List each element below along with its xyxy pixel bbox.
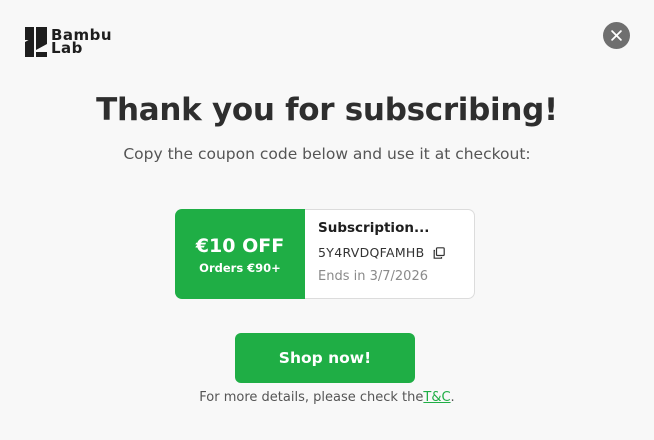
footer-suffix: . — [450, 390, 455, 405]
coupon-details-panel: Subscription... 5Y4RVDQFAMHB Ends in 3/7… — [305, 209, 475, 299]
close-icon — [611, 30, 622, 41]
coupon-code: 5Y4RVDQFAMHB — [318, 245, 425, 260]
page-subtitle: Copy the coupon code below and use it at… — [123, 145, 531, 163]
close-button[interactable] — [603, 22, 630, 49]
coupon-minimum: Orders €90+ — [199, 260, 281, 275]
copy-icon[interactable] — [433, 246, 445, 259]
coupon-discount-panel: €10 OFF Orders €90+ — [175, 209, 305, 299]
bambu-lab-logo-icon — [25, 27, 47, 57]
coupon-name: Subscription... — [318, 220, 430, 236]
logo-line-2: Lab — [51, 39, 83, 57]
terms-link[interactable]: T&C — [423, 390, 450, 405]
page-title: Thank you for subscribing! — [96, 92, 558, 128]
coupon-code-row: 5Y4RVDQFAMHB — [318, 245, 474, 260]
coupon-expiry: Ends in 3/7/2026 — [318, 269, 428, 284]
coupon-amount: €10 OFF — [195, 234, 285, 257]
shop-now-button[interactable]: Shop now! — [235, 333, 415, 383]
footer-note: For more details, please check theT&C. — [0, 390, 654, 405]
logo-wordmark: Bambu Lab — [51, 28, 112, 57]
coupon-card: €10 OFF Orders €90+ Subscription... 5Y4R… — [175, 209, 475, 299]
bambu-lab-logo: Bambu Lab — [25, 27, 112, 57]
footer-text: For more details, please check the — [199, 390, 424, 405]
subscription-modal: Bambu Lab Thank you for subscribing! Cop… — [0, 0, 654, 440]
